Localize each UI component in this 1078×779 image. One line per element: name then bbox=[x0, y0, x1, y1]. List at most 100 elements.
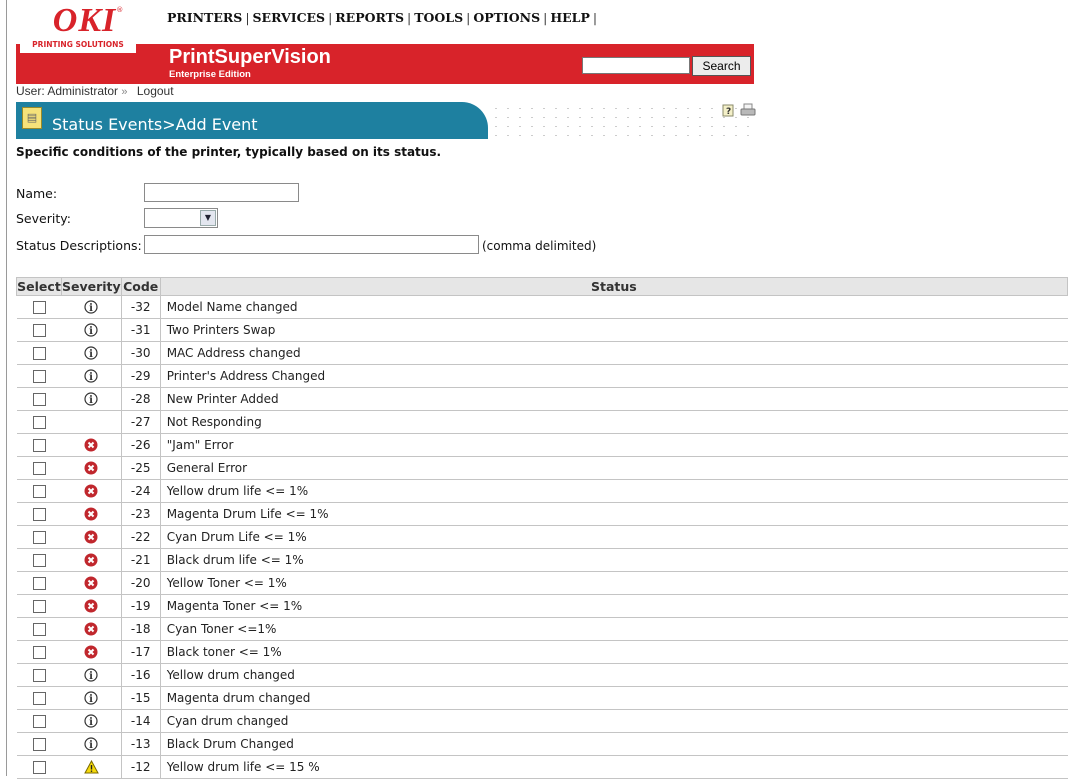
nav-separator: | bbox=[543, 10, 548, 25]
status-cell: New Printer Added bbox=[160, 387, 1068, 411]
document-icon: ▤ bbox=[22, 107, 42, 129]
status-descriptions-input[interactable] bbox=[144, 235, 479, 254]
row-checkbox[interactable] bbox=[32, 577, 46, 590]
row-checkbox[interactable] bbox=[32, 623, 46, 636]
table-row: -27 Not Responding bbox=[16, 410, 1068, 434]
select-cell bbox=[16, 433, 62, 457]
row-checkbox[interactable] bbox=[32, 761, 46, 774]
logout-link[interactable]: Logout bbox=[137, 84, 174, 98]
status-descriptions-label: Status Descriptions: bbox=[16, 238, 142, 253]
row-checkbox[interactable] bbox=[32, 531, 46, 544]
select-cell bbox=[16, 479, 62, 503]
product-name: PrintSuperVision bbox=[169, 46, 331, 68]
status-cell: Yellow Toner <= 1% bbox=[160, 571, 1068, 595]
table-row: -12 Yellow drum life <= 15 % bbox=[16, 755, 1068, 779]
code-cell: -31 bbox=[120, 318, 161, 342]
table-row: -20 Yellow Toner <= 1% bbox=[16, 571, 1068, 595]
header-status[interactable]: Status bbox=[159, 277, 1069, 296]
header-severity[interactable]: Severity bbox=[61, 277, 122, 296]
select-cell bbox=[16, 663, 62, 687]
svg-text:i: i bbox=[89, 740, 93, 751]
status-cell: Cyan Toner <=1% bbox=[160, 617, 1068, 641]
table-row: -19 Magenta Toner <= 1% bbox=[16, 594, 1068, 618]
severity-cell bbox=[61, 617, 122, 641]
status-cell: MAC Address changed bbox=[160, 341, 1068, 365]
info-icon: i bbox=[84, 691, 98, 705]
nav-reports[interactable]: REPORTS bbox=[335, 10, 404, 25]
table-row: -21 Black drum life <= 1% bbox=[16, 548, 1068, 572]
oki-logo[interactable]: OKI® bbox=[38, 4, 138, 38]
severity-cell bbox=[61, 410, 122, 434]
row-checkbox[interactable] bbox=[32, 370, 46, 383]
row-checkbox[interactable] bbox=[32, 416, 46, 429]
search-button[interactable]: Search bbox=[692, 56, 751, 76]
row-checkbox[interactable] bbox=[32, 692, 46, 705]
table-row: i -31 Two Printers Swap bbox=[16, 318, 1068, 342]
row-checkbox[interactable] bbox=[32, 324, 46, 337]
row-checkbox[interactable] bbox=[32, 646, 46, 659]
table-row: i -30 MAC Address changed bbox=[16, 341, 1068, 365]
info-icon: i bbox=[84, 737, 98, 751]
code-cell: -27 bbox=[120, 410, 161, 434]
select-cell bbox=[16, 709, 62, 733]
select-cell bbox=[16, 295, 62, 319]
row-checkbox[interactable] bbox=[32, 485, 46, 498]
row-checkbox[interactable] bbox=[32, 738, 46, 751]
user-label: User: Administrator bbox=[16, 84, 119, 98]
nav-options[interactable]: OPTIONS bbox=[473, 10, 540, 25]
svg-text:i: i bbox=[89, 303, 93, 314]
info-icon: i bbox=[84, 369, 98, 383]
svg-text:i: i bbox=[89, 717, 93, 728]
name-input[interactable] bbox=[144, 183, 299, 202]
status-cell: Printer's Address Changed bbox=[160, 364, 1068, 388]
severity-cell: i bbox=[61, 663, 122, 687]
select-cell bbox=[16, 548, 62, 572]
nav-help[interactable]: HELP bbox=[550, 10, 590, 25]
select-cell bbox=[16, 732, 62, 756]
code-cell: -26 bbox=[120, 433, 161, 457]
row-checkbox[interactable] bbox=[32, 301, 46, 314]
header-select[interactable]: Select bbox=[16, 277, 62, 296]
top-nav: PRINTERS | SERVICES | REPORTS | TOOLS | OPTIONS |… bbox=[167, 10, 600, 25]
help-icon[interactable]: ? bbox=[722, 103, 736, 117]
search-input[interactable] bbox=[582, 57, 690, 74]
nav-separator: | bbox=[407, 10, 412, 25]
nav-services[interactable]: SERVICES bbox=[253, 10, 326, 25]
code-cell: -19 bbox=[120, 594, 161, 618]
row-checkbox[interactable] bbox=[32, 508, 46, 521]
severity-cell: i bbox=[61, 387, 122, 411]
severity-select[interactable]: ▼ bbox=[144, 208, 218, 228]
table-row: i -29 Printer's Address Changed bbox=[16, 364, 1068, 388]
printer-icon[interactable] bbox=[740, 103, 756, 117]
status-cell: Yellow drum life <= 1% bbox=[160, 479, 1068, 503]
warning-icon bbox=[83, 760, 99, 774]
status-cell: Yellow drum life <= 15 % bbox=[160, 755, 1068, 779]
row-checkbox[interactable] bbox=[32, 439, 46, 452]
page-title: Status Events>Add Event bbox=[52, 115, 258, 134]
error-icon bbox=[84, 461, 98, 475]
code-cell: -15 bbox=[120, 686, 161, 710]
code-cell: -12 bbox=[120, 755, 161, 779]
row-checkbox[interactable] bbox=[32, 715, 46, 728]
info-icon: i bbox=[84, 392, 98, 406]
chevron-down-icon[interactable]: ▼ bbox=[200, 210, 216, 226]
row-checkbox[interactable] bbox=[32, 347, 46, 360]
svg-text:i: i bbox=[89, 694, 93, 705]
table-row: i -16 Yellow drum changed bbox=[16, 663, 1068, 687]
nav-tools[interactable]: TOOLS bbox=[414, 10, 463, 25]
header-code[interactable]: Code bbox=[120, 277, 161, 296]
svg-text:?: ? bbox=[726, 107, 731, 117]
table-row: -26 "Jam" Error bbox=[16, 433, 1068, 457]
code-cell: -21 bbox=[120, 548, 161, 572]
status-cell: Model Name changed bbox=[160, 295, 1068, 319]
row-checkbox[interactable] bbox=[32, 393, 46, 406]
row-checkbox[interactable] bbox=[32, 669, 46, 682]
nav-separator: | bbox=[592, 10, 598, 25]
nav-printers[interactable]: PRINTERS bbox=[167, 10, 242, 25]
status-cell: Not Responding bbox=[160, 410, 1068, 434]
row-checkbox[interactable] bbox=[32, 462, 46, 475]
severity-cell: i bbox=[61, 364, 122, 388]
row-checkbox[interactable] bbox=[32, 600, 46, 613]
row-checkbox[interactable] bbox=[32, 554, 46, 567]
info-icon: i bbox=[84, 323, 98, 337]
